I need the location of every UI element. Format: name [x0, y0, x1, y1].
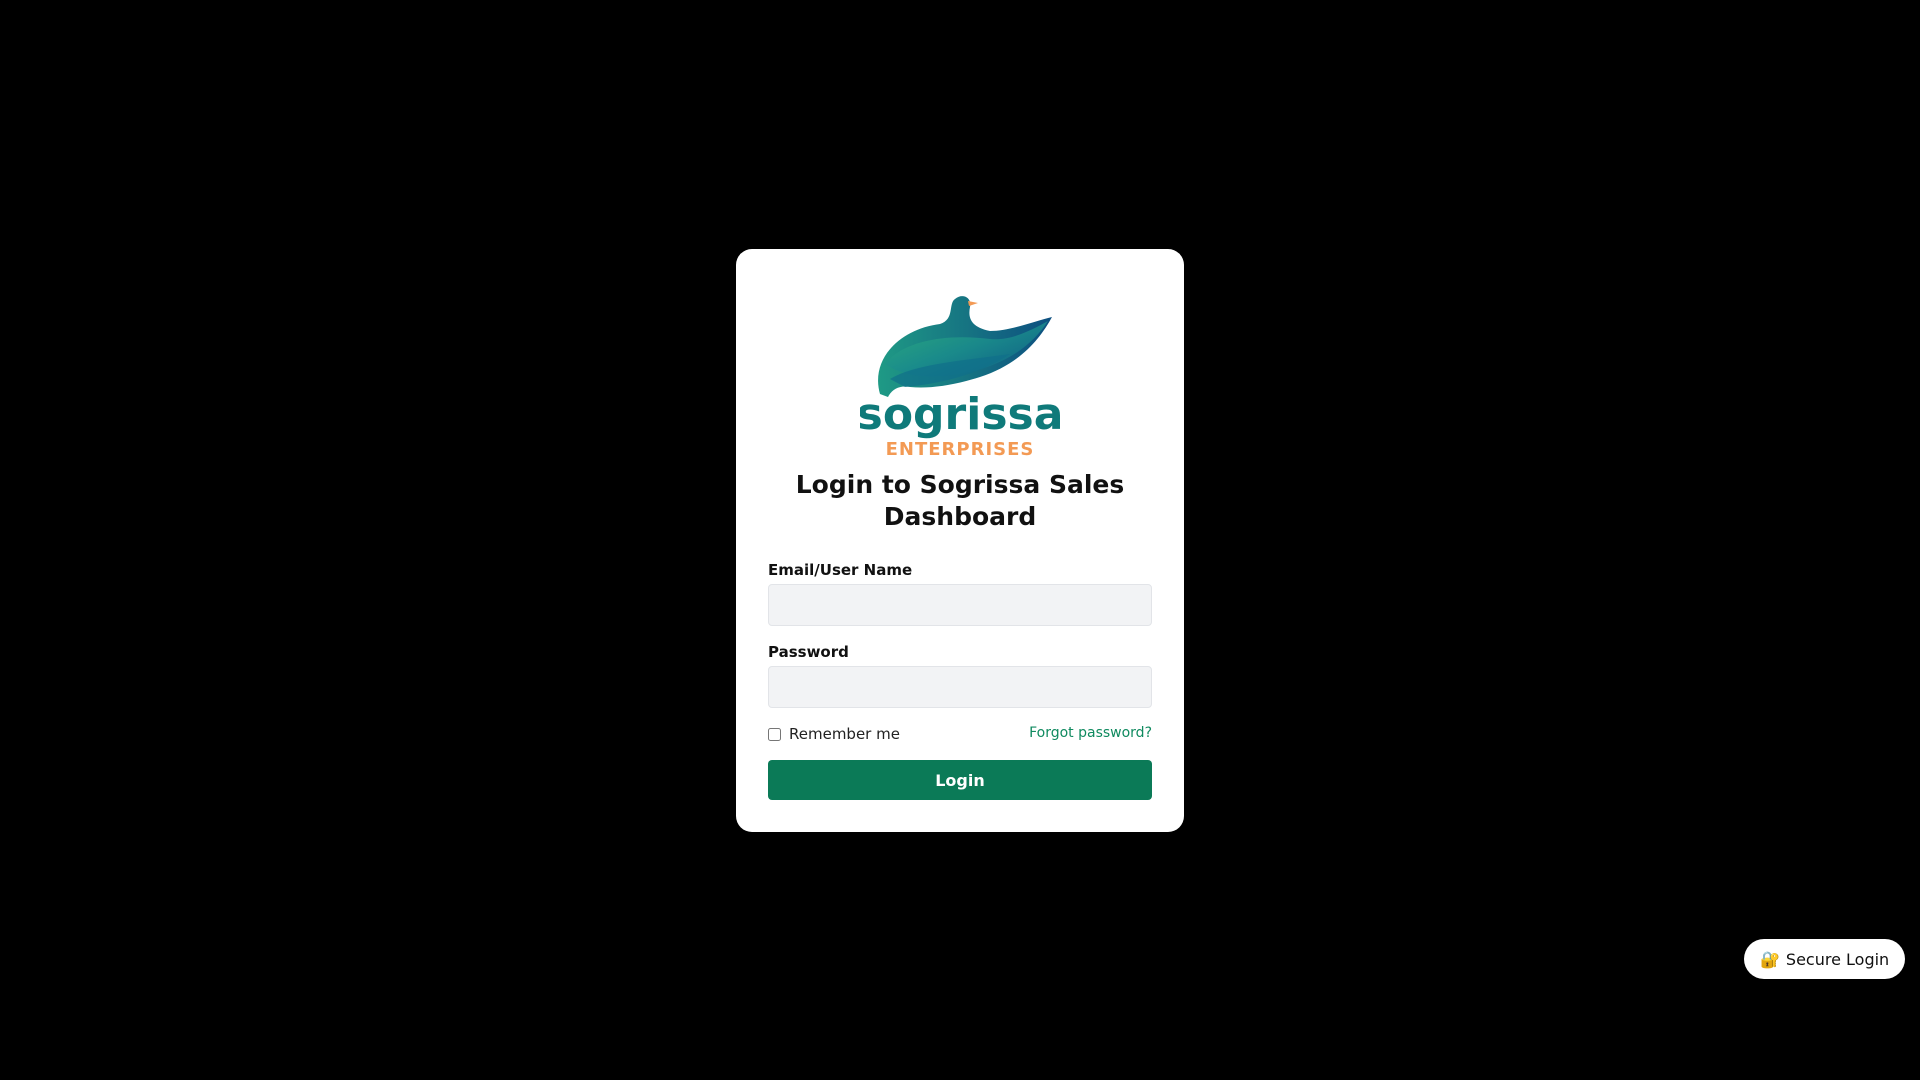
secure-login-badge: 🔐 Secure Login: [1744, 939, 1906, 979]
brand-wordmark: sogrissa: [860, 389, 1060, 440]
dove-logo-icon: sogrissa ENTERPRISES: [860, 296, 1060, 459]
remember-me-label: Remember me: [789, 725, 900, 743]
brand-logo: sogrissa ENTERPRISES: [736, 279, 1184, 459]
login-button[interactable]: Login: [768, 760, 1152, 800]
lock-key-icon: 🔐: [1760, 949, 1780, 969]
remember-me-checkbox[interactable]: [768, 727, 781, 741]
page-background: sogrissa ENTERPRISES Login to Sogrissa S…: [0, 0, 1920, 1080]
brand-subtitle: ENTERPRISES: [886, 439, 1035, 459]
password-field[interactable]: [768, 666, 1152, 708]
page-title: Login to Sogrissa Sales Dashboard: [795, 470, 1125, 531]
secure-login-label: Secure Login: [1785, 949, 1890, 969]
password-label: Password: [768, 643, 849, 661]
email-field[interactable]: [768, 584, 1152, 626]
email-label: Email/User Name: [768, 561, 913, 579]
remember-me-row: Remember me: [768, 725, 900, 743]
login-card: sogrissa ENTERPRISES Login to Sogrissa S…: [736, 249, 1184, 832]
forgot-password-link[interactable]: Forgot password?: [1029, 725, 1152, 741]
